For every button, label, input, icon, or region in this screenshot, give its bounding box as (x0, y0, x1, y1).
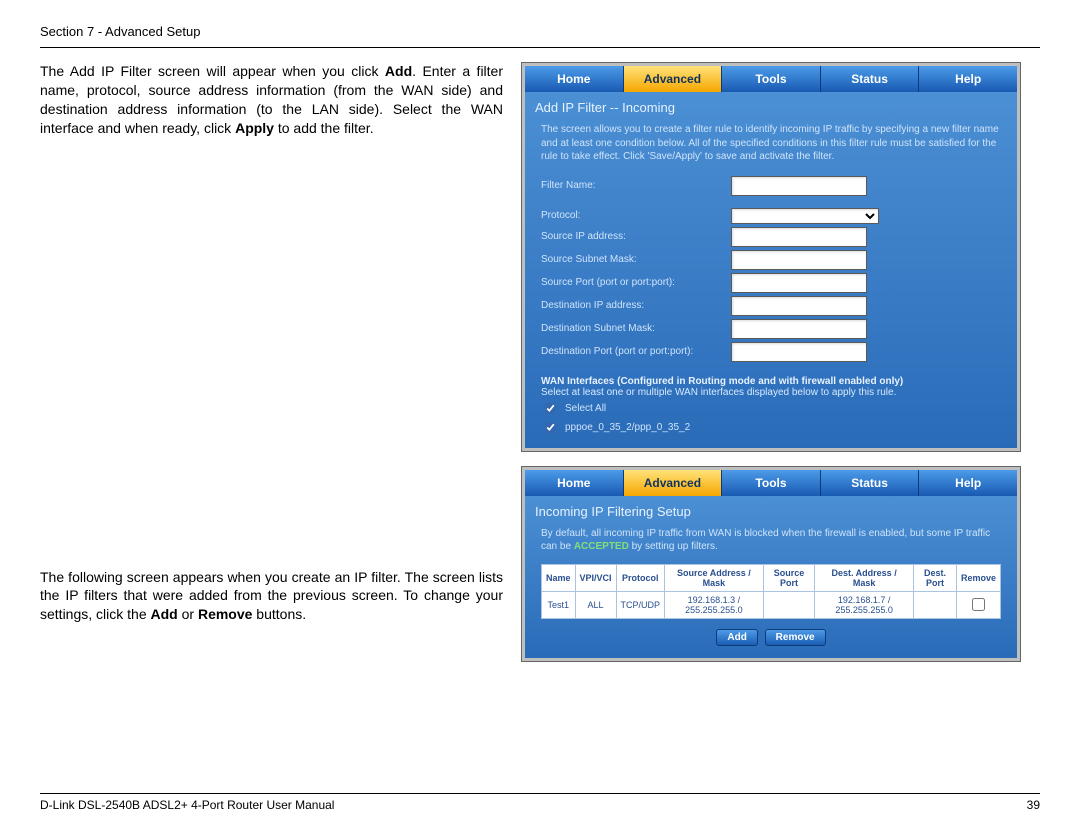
section-header: Section 7 - Advanced Setup (40, 24, 1040, 39)
input-dst-port[interactable] (731, 342, 867, 362)
th-vpivci: VPI/VCI (575, 564, 616, 591)
label-protocol: Protocol: (541, 210, 731, 221)
th-src-port: Source Port (763, 564, 814, 591)
tab-advanced[interactable]: Advanced (624, 66, 723, 92)
th-dst-port: Dest. Port (913, 564, 956, 591)
input-filter-name[interactable] (731, 176, 867, 196)
footer-page: 39 (1027, 798, 1040, 812)
input-src-ip[interactable] (731, 227, 867, 247)
panel1-desc: The screen allows you to create a filter… (541, 123, 1001, 164)
cell-src: 192.168.1.3 / 255.255.255.0 (665, 591, 764, 618)
tab-bar-2: Home Advanced Tools Status Help (525, 470, 1017, 496)
label-src-mask: Source Subnet Mask: (541, 254, 731, 265)
checkbox-interface-1[interactable] (545, 422, 556, 433)
screenshot-add-ip-filter: Home Advanced Tools Status Help Add IP F… (521, 62, 1021, 452)
paragraph-1: The Add IP Filter screen will appear whe… (40, 62, 503, 138)
label-dst-port: Destination Port (port or port:port): (541, 346, 731, 357)
tab-home-2[interactable]: Home (525, 470, 624, 496)
label-filter-name: Filter Name: (541, 180, 731, 191)
left-column: The Add IP Filter screen will appear whe… (40, 62, 503, 676)
tab-advanced-2[interactable]: Advanced (624, 470, 723, 496)
checkbox-remove-row[interactable] (972, 598, 985, 611)
add-button[interactable]: Add (716, 629, 757, 646)
cell-remove (956, 591, 1000, 618)
right-column: Home Advanced Tools Status Help Add IP F… (521, 62, 1021, 676)
tab-status-2[interactable]: Status (821, 470, 920, 496)
tab-bar-1: Home Advanced Tools Status Help (525, 66, 1017, 92)
label-dst-mask: Destination Subnet Mask: (541, 323, 731, 334)
cell-dstport (913, 591, 956, 618)
cell-protocol: TCP/UDP (616, 591, 665, 618)
label-dst-ip: Destination IP address: (541, 300, 731, 311)
th-dst-addr: Dest. Address / Mask (815, 564, 914, 591)
label-interface-1: pppoe_0_35_2/ppp_0_35_2 (565, 422, 690, 433)
tab-help-2[interactable]: Help (919, 470, 1017, 496)
filter-table: Name VPI/VCI Protocol Source Address / M… (541, 564, 1001, 619)
label-src-port: Source Port (port or port:port): (541, 277, 731, 288)
tab-home[interactable]: Home (525, 66, 624, 92)
th-name: Name (542, 564, 576, 591)
input-src-mask[interactable] (731, 250, 867, 270)
input-src-port[interactable] (731, 273, 867, 293)
panel2-desc: By default, all incoming IP traffic from… (541, 527, 1001, 554)
panel2-title: Incoming IP Filtering Setup (535, 504, 1007, 519)
panel1-title: Add IP Filter -- Incoming (535, 100, 1007, 115)
cell-dst: 192.168.1.7 / 255.255.255.0 (815, 591, 914, 618)
checkbox-select-all[interactable] (545, 403, 556, 414)
input-dst-ip[interactable] (731, 296, 867, 316)
footer-title: D-Link DSL-2540B ADSL2+ 4-Port Router Us… (40, 798, 334, 812)
page-footer: D-Link DSL-2540B ADSL2+ 4-Port Router Us… (40, 793, 1040, 812)
select-protocol[interactable] (731, 208, 879, 224)
table-header-row: Name VPI/VCI Protocol Source Address / M… (542, 564, 1001, 591)
table-row: Test1 ALL TCP/UDP 192.168.1.3 / 255.255.… (542, 591, 1001, 618)
label-src-ip: Source IP address: (541, 231, 731, 242)
th-src-addr: Source Address / Mask (665, 564, 764, 591)
tab-help[interactable]: Help (919, 66, 1017, 92)
tab-tools[interactable]: Tools (722, 66, 821, 92)
remove-button[interactable]: Remove (765, 629, 826, 646)
header-rule (40, 47, 1040, 48)
paragraph-2: The following screen appears when you cr… (40, 568, 503, 625)
cell-name: Test1 (542, 591, 576, 618)
input-dst-mask[interactable] (731, 319, 867, 339)
tab-status[interactable]: Status (821, 66, 920, 92)
screenshot-incoming-ip-filtering: Home Advanced Tools Status Help Incoming… (521, 466, 1021, 662)
cell-vpivci: ALL (575, 591, 616, 618)
th-remove: Remove (956, 564, 1000, 591)
th-protocol: Protocol (616, 564, 665, 591)
cell-srcport (763, 591, 814, 618)
label-select-all: Select All (565, 403, 606, 414)
wan-interfaces-heading: WAN Interfaces (Configured in Routing mo… (541, 376, 1001, 398)
tab-tools-2[interactable]: Tools (722, 470, 821, 496)
